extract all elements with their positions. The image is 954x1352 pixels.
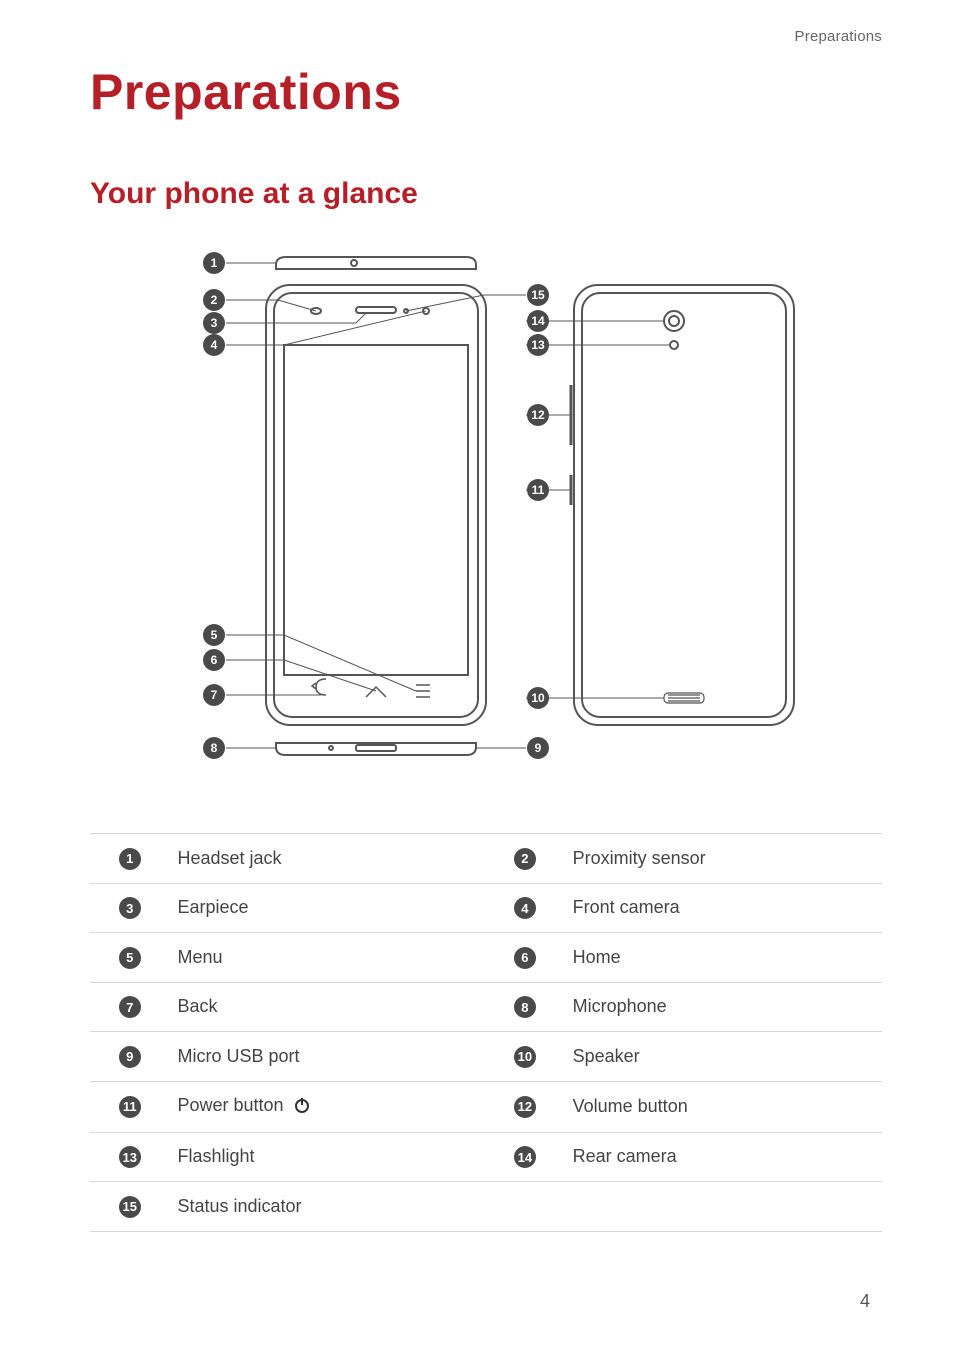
legend-num-15: 15 xyxy=(119,1196,141,1218)
callout-3: 3 xyxy=(211,316,218,330)
callout-4: 4 xyxy=(211,338,218,352)
legend-num-6: 6 xyxy=(514,947,536,969)
table-row: 11 Power button 12 Volume button xyxy=(90,1081,882,1132)
callout-6: 6 xyxy=(211,653,218,667)
callout-8: 8 xyxy=(211,741,218,755)
page-number: 4 xyxy=(860,1291,870,1312)
callout-2: 2 xyxy=(211,293,218,307)
callout-5: 5 xyxy=(211,628,218,642)
legend-label-10: Speaker xyxy=(565,1032,882,1082)
legend-num-11: 11 xyxy=(119,1096,141,1118)
callout-11: 11 xyxy=(532,483,545,497)
legend-label-12: Volume button xyxy=(565,1081,882,1132)
legend-num-10: 10 xyxy=(514,1046,536,1068)
table-row: 15 Status indicator xyxy=(90,1182,882,1232)
legend-num-12: 12 xyxy=(514,1096,536,1118)
legend-label-14: Rear camera xyxy=(565,1132,882,1182)
legend-label-6: Home xyxy=(565,933,882,983)
callout-7: 7 xyxy=(211,688,218,702)
callout-12: 12 xyxy=(531,408,545,422)
legend-label-7: Back xyxy=(169,982,485,1032)
legend-num-5: 5 xyxy=(119,947,141,969)
legend-num-13: 13 xyxy=(119,1146,141,1168)
page: Preparations Preparations Your phone at … xyxy=(0,0,954,1352)
legend-label-9: Micro USB port xyxy=(169,1032,485,1082)
legend-label-3: Earpiece xyxy=(169,883,485,933)
legend-num-9: 9 xyxy=(119,1046,141,1068)
table-row: 9 Micro USB port 10 Speaker xyxy=(90,1032,882,1082)
legend-label-2: Proximity sensor xyxy=(565,834,882,884)
callout-13: 13 xyxy=(531,338,545,352)
callout-10: 10 xyxy=(531,691,545,705)
legend-num-8: 8 xyxy=(514,996,536,1018)
legend-num-1: 1 xyxy=(119,848,141,870)
legend-num-3: 3 xyxy=(119,897,141,919)
callout-1: 1 xyxy=(211,256,218,270)
legend-label-4: Front camera xyxy=(565,883,882,933)
table-row: 13 Flashlight 14 Rear camera xyxy=(90,1132,882,1182)
legend-label-5: Menu xyxy=(169,933,485,983)
page-title: Preparations xyxy=(90,63,882,121)
table-row: 5 Menu 6 Home xyxy=(90,933,882,983)
legend-label-15: Status indicator xyxy=(169,1182,485,1232)
legend-num-7: 7 xyxy=(119,996,141,1018)
legend-label-13: Flashlight xyxy=(169,1132,485,1182)
power-icon xyxy=(293,1096,311,1119)
legend-label-11-text: Power button xyxy=(177,1095,288,1115)
callout-15: 15 xyxy=(531,288,545,302)
table-row: 7 Back 8 Microphone xyxy=(90,982,882,1032)
legend-num-4: 4 xyxy=(514,897,536,919)
callout-9: 9 xyxy=(535,741,542,755)
legend-label-8: Microphone xyxy=(565,982,882,1032)
callout-14: 14 xyxy=(531,314,545,328)
table-row: 1 Headset jack 2 Proximity sensor xyxy=(90,834,882,884)
table-row: 3 Earpiece 4 Front camera xyxy=(90,883,882,933)
legend-label-11: Power button xyxy=(169,1081,485,1132)
legend-num-14: 14 xyxy=(514,1146,536,1168)
legend-label-1: Headset jack xyxy=(169,834,485,884)
legend-num-2: 2 xyxy=(514,848,536,870)
header-breadcrumb: Preparations xyxy=(90,28,882,45)
section-title: Your phone at a glance xyxy=(90,177,882,211)
legend-table: 1 Headset jack 2 Proximity sensor 3 Earp… xyxy=(90,833,882,1232)
phone-figure: 1 2 3 4 5 6 7 8 15 14 13 12 11 10 9 xyxy=(90,245,882,805)
